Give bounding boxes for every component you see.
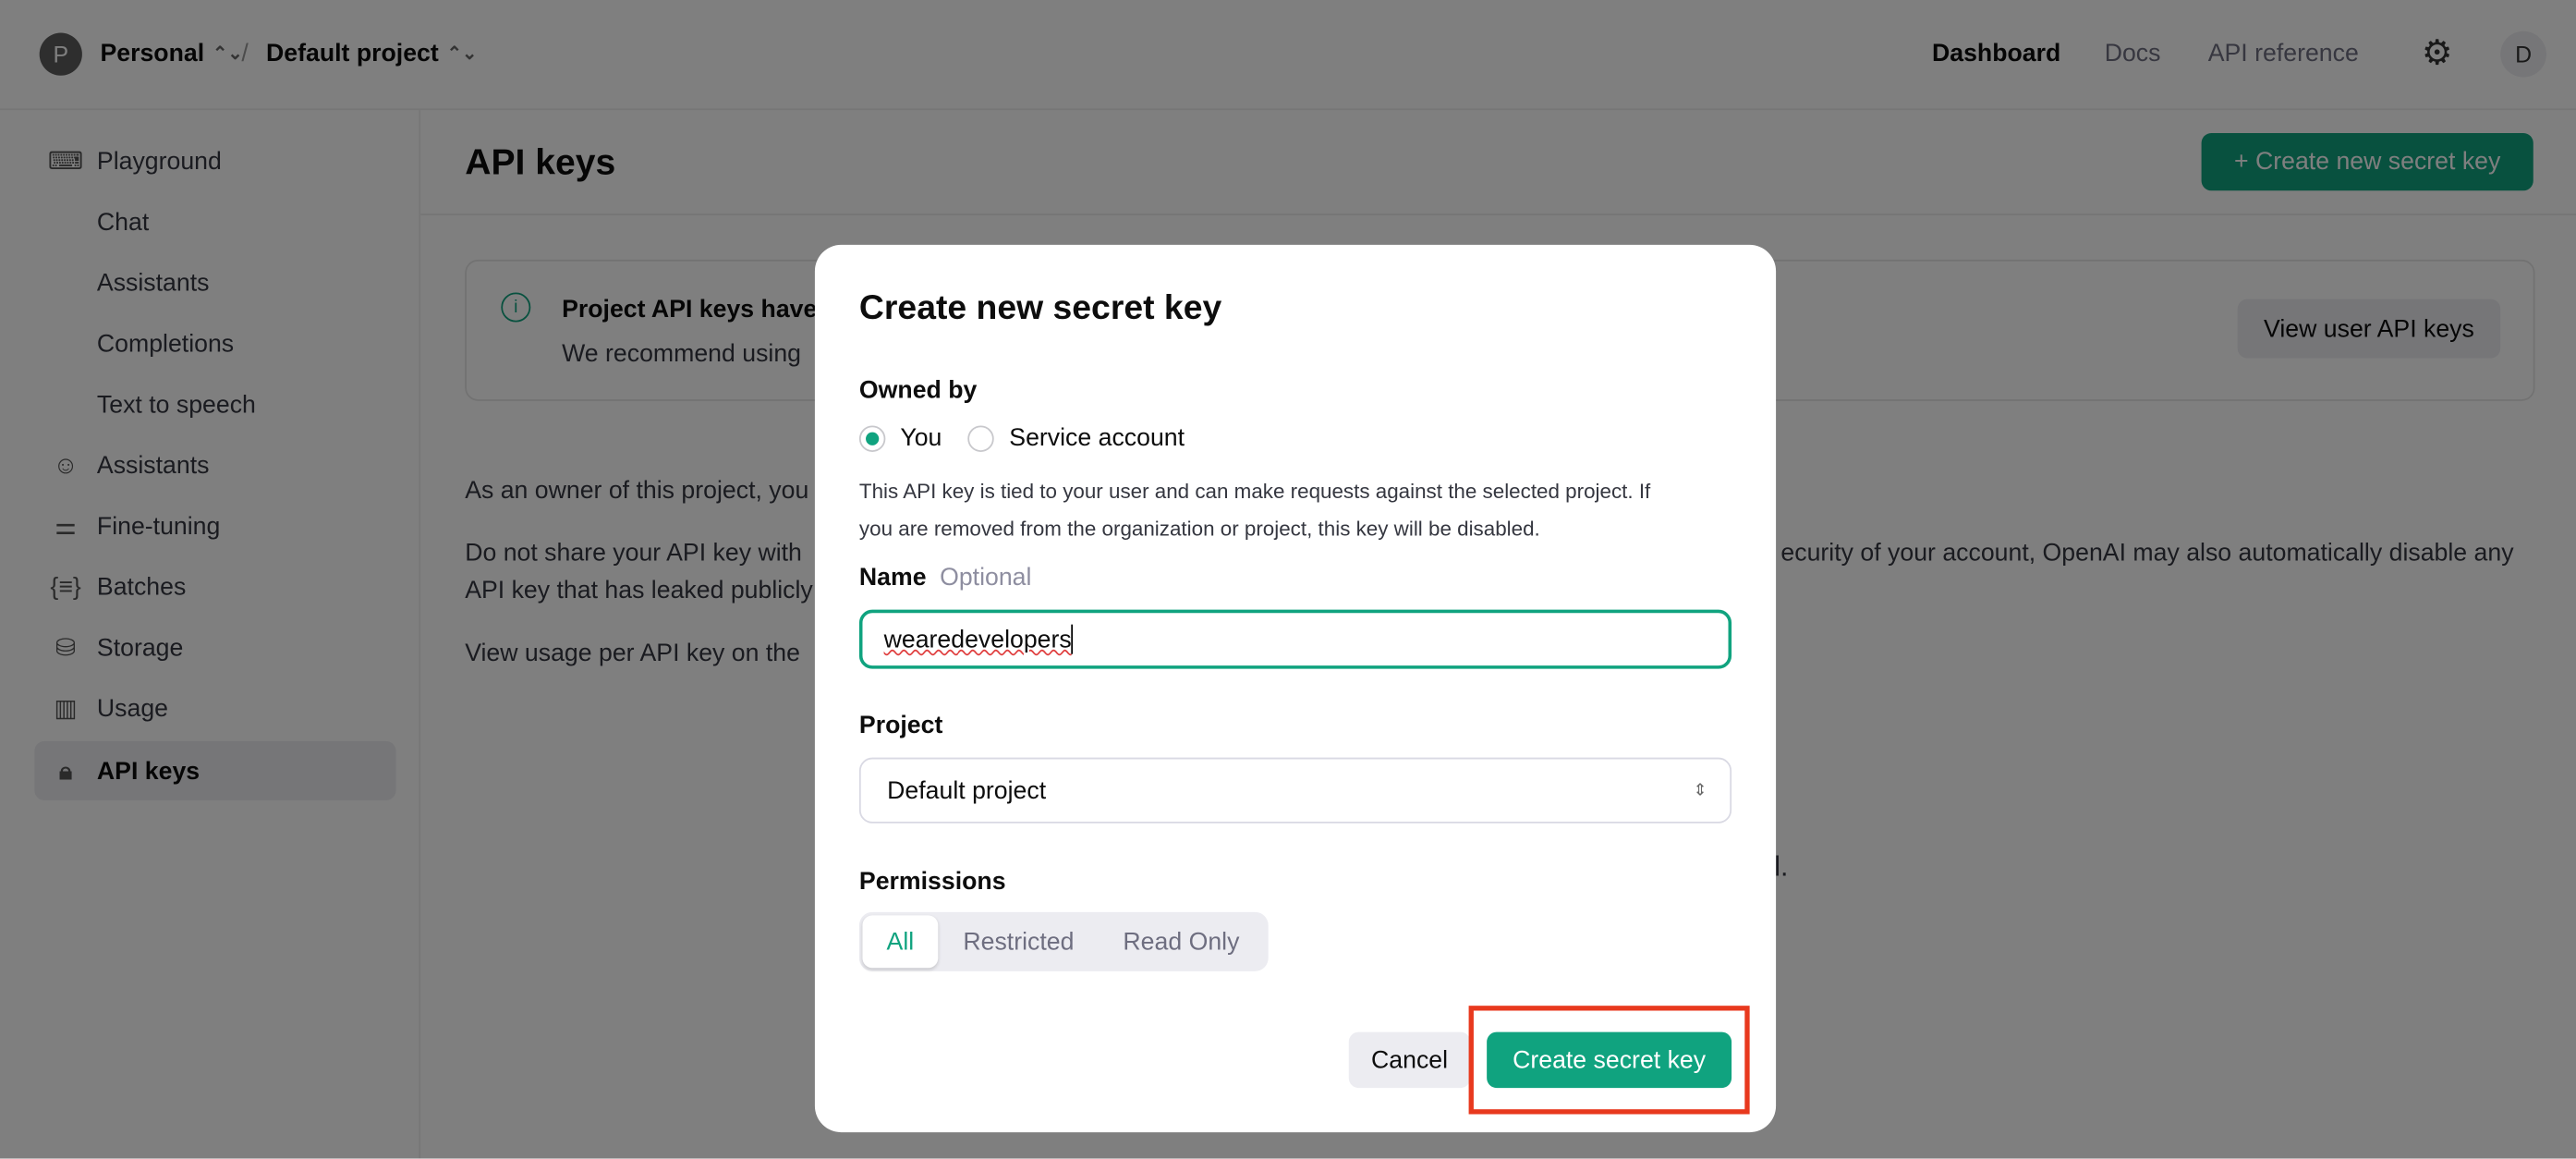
owner-option-service-account[interactable]: Service account (967, 423, 1185, 452)
name-label: Name (858, 563, 927, 592)
radio-label: You (900, 423, 942, 452)
text-cursor (1071, 624, 1074, 654)
radio-button[interactable] (858, 424, 886, 452)
owner-radio-group: You Service account (858, 423, 1185, 452)
chevron-up-down-icon: ⇕ (1693, 781, 1707, 800)
permissions-segmented-control: All Restricted Read Only (858, 911, 1269, 971)
name-input-value: wearedevelopers (883, 625, 1072, 653)
radio-button[interactable] (967, 424, 995, 452)
cancel-button[interactable]: Cancel (1348, 1031, 1471, 1089)
help-line: This API key is tied to your user and ca… (858, 480, 1651, 504)
owner-option-you[interactable]: You (858, 423, 942, 452)
project-select[interactable]: Default project ⇕ (858, 757, 1732, 824)
owner-help-text: This API key is tied to your user and ca… (859, 473, 1650, 549)
help-line: you are removed from the organization or… (858, 518, 1540, 541)
highlight-box (1468, 1006, 1750, 1115)
project-label: Project (858, 711, 943, 740)
optional-hint: Optional (940, 563, 1032, 592)
permissions-label: Permissions (858, 867, 1006, 897)
dialog-title: Create new secret key (858, 288, 1222, 327)
name-label-row: Name Optional (859, 564, 1032, 592)
owned-by-label: Owned by (858, 376, 978, 405)
radio-label: Service account (1009, 423, 1185, 452)
name-input[interactable]: wearedevelopers (858, 609, 1732, 669)
permission-restricted[interactable]: Restricted (938, 915, 1099, 968)
project-select-value: Default project (887, 776, 1047, 805)
permission-read-only[interactable]: Read Only (1100, 915, 1264, 968)
permission-all[interactable]: All (862, 915, 939, 969)
create-secret-key-dialog: Create new secret key Owned by You Servi… (814, 244, 1777, 1133)
